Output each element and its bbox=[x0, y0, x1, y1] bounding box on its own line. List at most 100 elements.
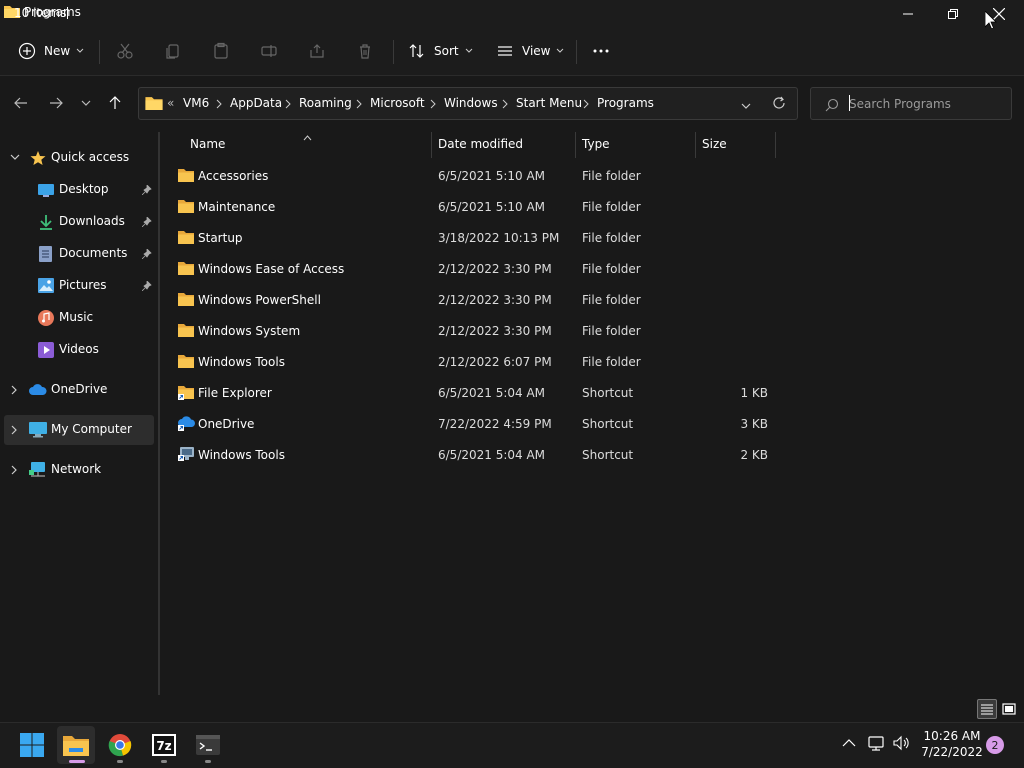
chevron-right-icon[interactable] bbox=[11, 425, 17, 435]
forward-button[interactable] bbox=[42, 89, 70, 117]
chevron-down-icon[interactable] bbox=[10, 154, 20, 162]
breadcrumb-roaming[interactable]: Roaming bbox=[299, 96, 352, 110]
file-type: Shortcut bbox=[582, 417, 634, 431]
rename-button[interactable] bbox=[260, 36, 278, 66]
breadcrumb-programs[interactable]: Programs bbox=[597, 96, 654, 110]
restore-button[interactable] bbox=[930, 0, 976, 28]
chevron-right-icon[interactable] bbox=[11, 385, 17, 395]
file-date: 3/18/2022 10:13 PM bbox=[438, 231, 560, 245]
paste-button[interactable] bbox=[212, 36, 230, 66]
column-header-type[interactable]: Type bbox=[582, 137, 610, 159]
pin-icon[interactable] bbox=[142, 217, 152, 227]
sidebar-item-quick-access[interactable]: Quick access bbox=[0, 143, 156, 173]
table-row[interactable]: OneDrive 7/22/2022 4:59 PM Shortcut 3 KB bbox=[170, 409, 780, 439]
table-row[interactable]: File Explorer 6/5/2021 5:04 AM Shortcut … bbox=[170, 378, 780, 408]
copy-button[interactable] bbox=[164, 36, 182, 66]
chevron-right-icon[interactable] bbox=[583, 98, 589, 112]
taskbar-file-explorer[interactable] bbox=[57, 726, 95, 764]
table-row[interactable]: Windows PowerShell 2/12/2022 3:30 PM Fil… bbox=[170, 285, 780, 315]
share-icon bbox=[310, 44, 324, 58]
search-input[interactable] bbox=[849, 95, 999, 113]
taskbar-terminal[interactable] bbox=[189, 726, 227, 764]
up-button[interactable] bbox=[101, 89, 129, 117]
column-header-name[interactable]: Name bbox=[190, 137, 225, 159]
volume-button[interactable] bbox=[893, 735, 911, 754]
back-button[interactable] bbox=[7, 89, 35, 117]
breadcrumb-vm6[interactable]: VM6 bbox=[183, 96, 209, 110]
taskbar-chrome[interactable] bbox=[101, 726, 139, 764]
notification-badge[interactable]: 2 bbox=[986, 736, 1004, 754]
sidebar-item-network[interactable]: Network bbox=[0, 455, 156, 485]
close-button[interactable] bbox=[976, 0, 1022, 28]
table-row[interactable]: Windows Tools 2/12/2022 6:07 PM File fol… bbox=[170, 347, 780, 377]
start-button[interactable] bbox=[13, 726, 51, 764]
chevron-right-icon[interactable] bbox=[430, 98, 436, 112]
table-row[interactable]: Accessories 6/5/2021 5:10 AM File folder bbox=[170, 161, 780, 191]
file-name: Windows System bbox=[198, 324, 301, 338]
pin-icon[interactable] bbox=[142, 281, 152, 291]
chevron-right-icon[interactable] bbox=[502, 98, 508, 112]
chevron-right-icon[interactable] bbox=[11, 465, 17, 475]
column-divider[interactable] bbox=[575, 132, 576, 158]
file-date: 2/12/2022 3:30 PM bbox=[438, 262, 552, 276]
table-row[interactable]: Startup 3/18/2022 10:13 PM File folder bbox=[170, 223, 780, 253]
navigation-pane-splitter[interactable] bbox=[158, 132, 160, 695]
view-button[interactable]: View bbox=[496, 36, 564, 66]
details-view-button[interactable] bbox=[977, 699, 997, 719]
file-name: Windows Ease of Access bbox=[198, 262, 345, 276]
column-divider[interactable] bbox=[431, 132, 432, 158]
chevron-right-icon[interactable] bbox=[216, 98, 222, 112]
large-icons-view-button[interactable] bbox=[999, 699, 1019, 719]
folder-icon bbox=[145, 95, 163, 113]
breadcrumb-microsoft[interactable]: Microsoft bbox=[370, 96, 425, 110]
clock-date[interactable]: 7/22/2022 bbox=[918, 745, 986, 759]
breadcrumb-windows[interactable]: Windows bbox=[444, 96, 498, 110]
delete-button[interactable] bbox=[356, 36, 374, 66]
computer-icon bbox=[29, 422, 47, 438]
network-status-button[interactable] bbox=[868, 735, 886, 754]
sidebar-item-downloads[interactable]: Downloads bbox=[0, 207, 156, 237]
address-history-button[interactable] bbox=[741, 99, 751, 113]
recent-locations-button[interactable] bbox=[72, 89, 100, 117]
column-divider[interactable] bbox=[775, 132, 776, 158]
folder-icon bbox=[178, 355, 194, 368]
sidebar-item-documents[interactable]: Documents bbox=[0, 239, 156, 269]
sidebar-item-desktop[interactable]: Desktop bbox=[0, 175, 156, 205]
sidebar-item-pictures[interactable]: Pictures bbox=[0, 271, 156, 301]
sidebar-item-music[interactable]: Music bbox=[0, 303, 156, 333]
text-caret bbox=[849, 95, 850, 111]
pin-icon[interactable] bbox=[142, 185, 152, 195]
sort-button[interactable]: Sort bbox=[408, 36, 473, 66]
running-app-indicator bbox=[205, 760, 211, 763]
clock-time[interactable]: 10:26 AM bbox=[922, 729, 982, 743]
file-date: 7/22/2022 4:59 PM bbox=[438, 417, 552, 431]
cut-button[interactable] bbox=[116, 36, 134, 66]
breadcrumb-overflow[interactable]: « bbox=[167, 96, 174, 110]
column-header-date-modified[interactable]: Date modified bbox=[438, 137, 523, 159]
7zip-icon: 7z bbox=[152, 734, 176, 756]
sidebar-item-onedrive[interactable]: OneDrive bbox=[0, 375, 156, 405]
new-button[interactable]: New bbox=[18, 36, 84, 66]
refresh-button[interactable] bbox=[772, 96, 786, 113]
breadcrumb-start-menu[interactable]: Start Menu bbox=[516, 96, 582, 110]
search-box[interactable] bbox=[810, 87, 1012, 120]
share-button[interactable] bbox=[308, 36, 326, 66]
show-hidden-icons-button[interactable] bbox=[842, 737, 856, 751]
column-header-size[interactable]: Size bbox=[702, 137, 727, 159]
sidebar-item-my-computer[interactable]: My Computer bbox=[4, 415, 154, 445]
column-divider[interactable] bbox=[695, 132, 696, 158]
table-row[interactable]: Windows System 2/12/2022 3:30 PM File fo… bbox=[170, 316, 780, 346]
taskbar-7zip[interactable]: 7z bbox=[145, 726, 183, 764]
minimize-button[interactable] bbox=[885, 0, 931, 28]
chevron-right-icon[interactable] bbox=[356, 98, 362, 112]
sidebar-item-videos[interactable]: Videos bbox=[0, 335, 156, 365]
table-row[interactable]: Maintenance 6/5/2021 5:10 AM File folder bbox=[170, 192, 780, 222]
more-dots-icon bbox=[593, 49, 609, 53]
table-row[interactable]: Windows Ease of Access 2/12/2022 3:30 PM… bbox=[170, 254, 780, 284]
table-row[interactable]: Windows Tools 6/5/2021 5:04 AM Shortcut … bbox=[170, 440, 780, 470]
file-name: Accessories bbox=[198, 169, 269, 183]
chevron-right-icon[interactable] bbox=[285, 98, 291, 112]
breadcrumb-appdata[interactable]: AppData bbox=[230, 96, 282, 110]
see-more-button[interactable] bbox=[592, 36, 610, 66]
pin-icon[interactable] bbox=[142, 249, 152, 259]
